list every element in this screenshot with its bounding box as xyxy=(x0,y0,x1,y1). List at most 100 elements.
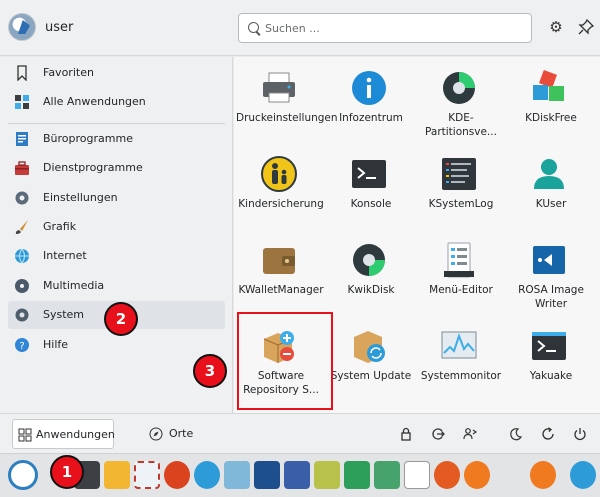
firefox-alt-icon[interactable] xyxy=(464,461,490,489)
pin-icon[interactable] xyxy=(576,17,596,37)
app-label: KDiskFree xyxy=(525,112,577,124)
app-rosa-image-writer[interactable]: ROSA Image Writer xyxy=(506,231,596,319)
step-marker-2: 2 xyxy=(104,302,138,336)
sidebar-item-alle-anwendungen[interactable]: Alle Anwendungen xyxy=(8,88,225,116)
app-konsole[interactable]: Konsole xyxy=(326,145,416,233)
network-tray-icon[interactable] xyxy=(570,461,596,489)
app-yakuake[interactable]: Yakuake xyxy=(506,317,596,405)
tab-orte[interactable]: Orte xyxy=(144,419,204,449)
sidebar-separator xyxy=(8,123,225,124)
sidebar-item-dienstprogramme[interactable]: Dienstprogramme xyxy=(8,154,225,182)
lock-icon[interactable] xyxy=(396,424,416,444)
firefox-icon[interactable] xyxy=(434,461,460,489)
highlight-box xyxy=(237,312,333,410)
gear-icon[interactable]: ⚙ xyxy=(546,17,566,37)
sidebar-item-favoriten[interactable]: Favoriten xyxy=(8,59,225,87)
toolbox-icon xyxy=(15,161,29,175)
search-box[interactable] xyxy=(238,13,532,43)
switch-user-icon[interactable] xyxy=(460,424,480,444)
sidebar-item-label: Grafik xyxy=(43,220,77,233)
app-kuser[interactable]: KUser xyxy=(506,145,596,233)
app-label: Menü-Editor xyxy=(429,284,493,296)
menu-header: user ⚙ xyxy=(0,0,600,56)
app-label: Druckeinstellungen xyxy=(236,112,338,124)
app-label: KUser xyxy=(535,198,567,210)
search-input[interactable] xyxy=(265,18,525,38)
app-label: Konsole xyxy=(350,198,392,210)
network-icon[interactable] xyxy=(314,461,340,489)
sidebar-item-multimedia[interactable]: Multimedia xyxy=(8,272,225,300)
app-systemmonitor[interactable]: Systemmonitor xyxy=(416,317,506,405)
compass-icon xyxy=(149,427,163,441)
tab-anwendungen[interactable]: Anwendungen xyxy=(12,419,115,449)
sidebar-item-label: Multimedia xyxy=(43,279,105,292)
restart-icon[interactable] xyxy=(538,424,558,444)
dropdown-terminal-icon xyxy=(532,332,566,360)
screenshot-icon[interactable] xyxy=(134,461,160,489)
app-menue-editor[interactable]: Menü-Editor xyxy=(416,231,506,319)
grid-icon xyxy=(15,95,29,109)
text-editor-icon[interactable] xyxy=(284,461,310,489)
disk-burner-icon[interactable] xyxy=(254,461,280,489)
app-label: Infozentrum xyxy=(339,112,403,124)
app-system-update[interactable]: System Update xyxy=(326,317,416,405)
app-druckeinstellungen[interactable]: Druckeinstellungen xyxy=(236,59,338,147)
layers-icon[interactable] xyxy=(374,461,400,489)
shutdown-icon[interactable] xyxy=(570,424,590,444)
tab-label: Anwendungen xyxy=(36,428,115,441)
app-ksystemlog[interactable]: KSystemLog xyxy=(416,145,506,233)
app-label: KSystemLog xyxy=(428,198,494,210)
cloud-sync-icon[interactable] xyxy=(194,461,220,489)
sidebar-item-label: Favoriten xyxy=(43,66,94,79)
search-icon xyxy=(248,22,259,33)
sleep-icon[interactable] xyxy=(506,424,526,444)
tab-label: Orte xyxy=(169,427,194,440)
svg-text:?: ? xyxy=(19,341,24,352)
scanner-icon[interactable] xyxy=(224,461,250,489)
document-icon[interactable] xyxy=(404,461,430,489)
music-icon xyxy=(15,279,29,293)
app-label: System Update xyxy=(330,370,412,382)
sidebar-item-grafik[interactable]: Grafik xyxy=(8,213,225,241)
sidebar-item-label: Dienstprogramme xyxy=(43,161,143,174)
app-kwalletmanager[interactable]: KWalletManager xyxy=(236,231,326,319)
logout-icon[interactable] xyxy=(428,424,448,444)
sidebar-item-label: Hilfe xyxy=(43,338,69,351)
browser-icon[interactable] xyxy=(164,461,190,489)
app-label: Yakuake xyxy=(529,370,573,382)
app-kdiskfree[interactable]: KDiskFree xyxy=(506,59,596,147)
app-kwikdisk[interactable]: KwikDisk xyxy=(326,231,416,319)
step-marker-1: 1 xyxy=(50,455,84,489)
user-avatar[interactable] xyxy=(8,13,36,41)
system-gear-icon xyxy=(15,308,29,322)
info-icon xyxy=(352,71,386,105)
partition-icon xyxy=(443,72,475,104)
app-infozentrum[interactable]: Infozentrum xyxy=(326,59,416,147)
app-kde-partitionsverwaltung[interactable]: KDE-Partitionsve... xyxy=(416,59,506,147)
spreadsheet-icon[interactable] xyxy=(344,461,370,489)
user-icon xyxy=(534,159,564,189)
app-launcher-icon[interactable] xyxy=(8,460,38,490)
app-label: KWalletManager xyxy=(238,284,324,296)
firefox-tray-icon[interactable] xyxy=(530,461,556,489)
image-writer-icon xyxy=(533,246,565,274)
terminal-icon xyxy=(352,160,386,188)
app-label: ROSA Image Writer xyxy=(518,284,584,310)
taskbar xyxy=(0,453,600,497)
disk-icon xyxy=(353,244,385,276)
sidebar-item-internet[interactable]: Internet xyxy=(8,242,225,270)
menu-footer: Anwendungen Orte xyxy=(0,413,600,453)
sidebar-item-label: Internet xyxy=(43,249,87,262)
diskfree-icon xyxy=(533,70,564,101)
parental-control-icon xyxy=(261,156,297,192)
sidebar-item-label: Büroprogramme xyxy=(43,132,133,145)
help-icon: ? xyxy=(15,338,29,352)
printer-icon xyxy=(263,72,295,103)
folder-icon[interactable] xyxy=(104,461,130,489)
app-label: KwikDisk xyxy=(347,284,395,296)
sidebar-item-einstellungen[interactable]: Einstellungen xyxy=(8,184,225,212)
app-kindersicherung[interactable]: Kindersicherung xyxy=(236,145,326,233)
sidebar-item-bueroprogramme[interactable]: Büroprogramme xyxy=(8,125,225,153)
app-label: KDE-Partitionsve... xyxy=(425,112,497,138)
sidebar-item-label: Alle Anwendungen xyxy=(43,95,146,108)
